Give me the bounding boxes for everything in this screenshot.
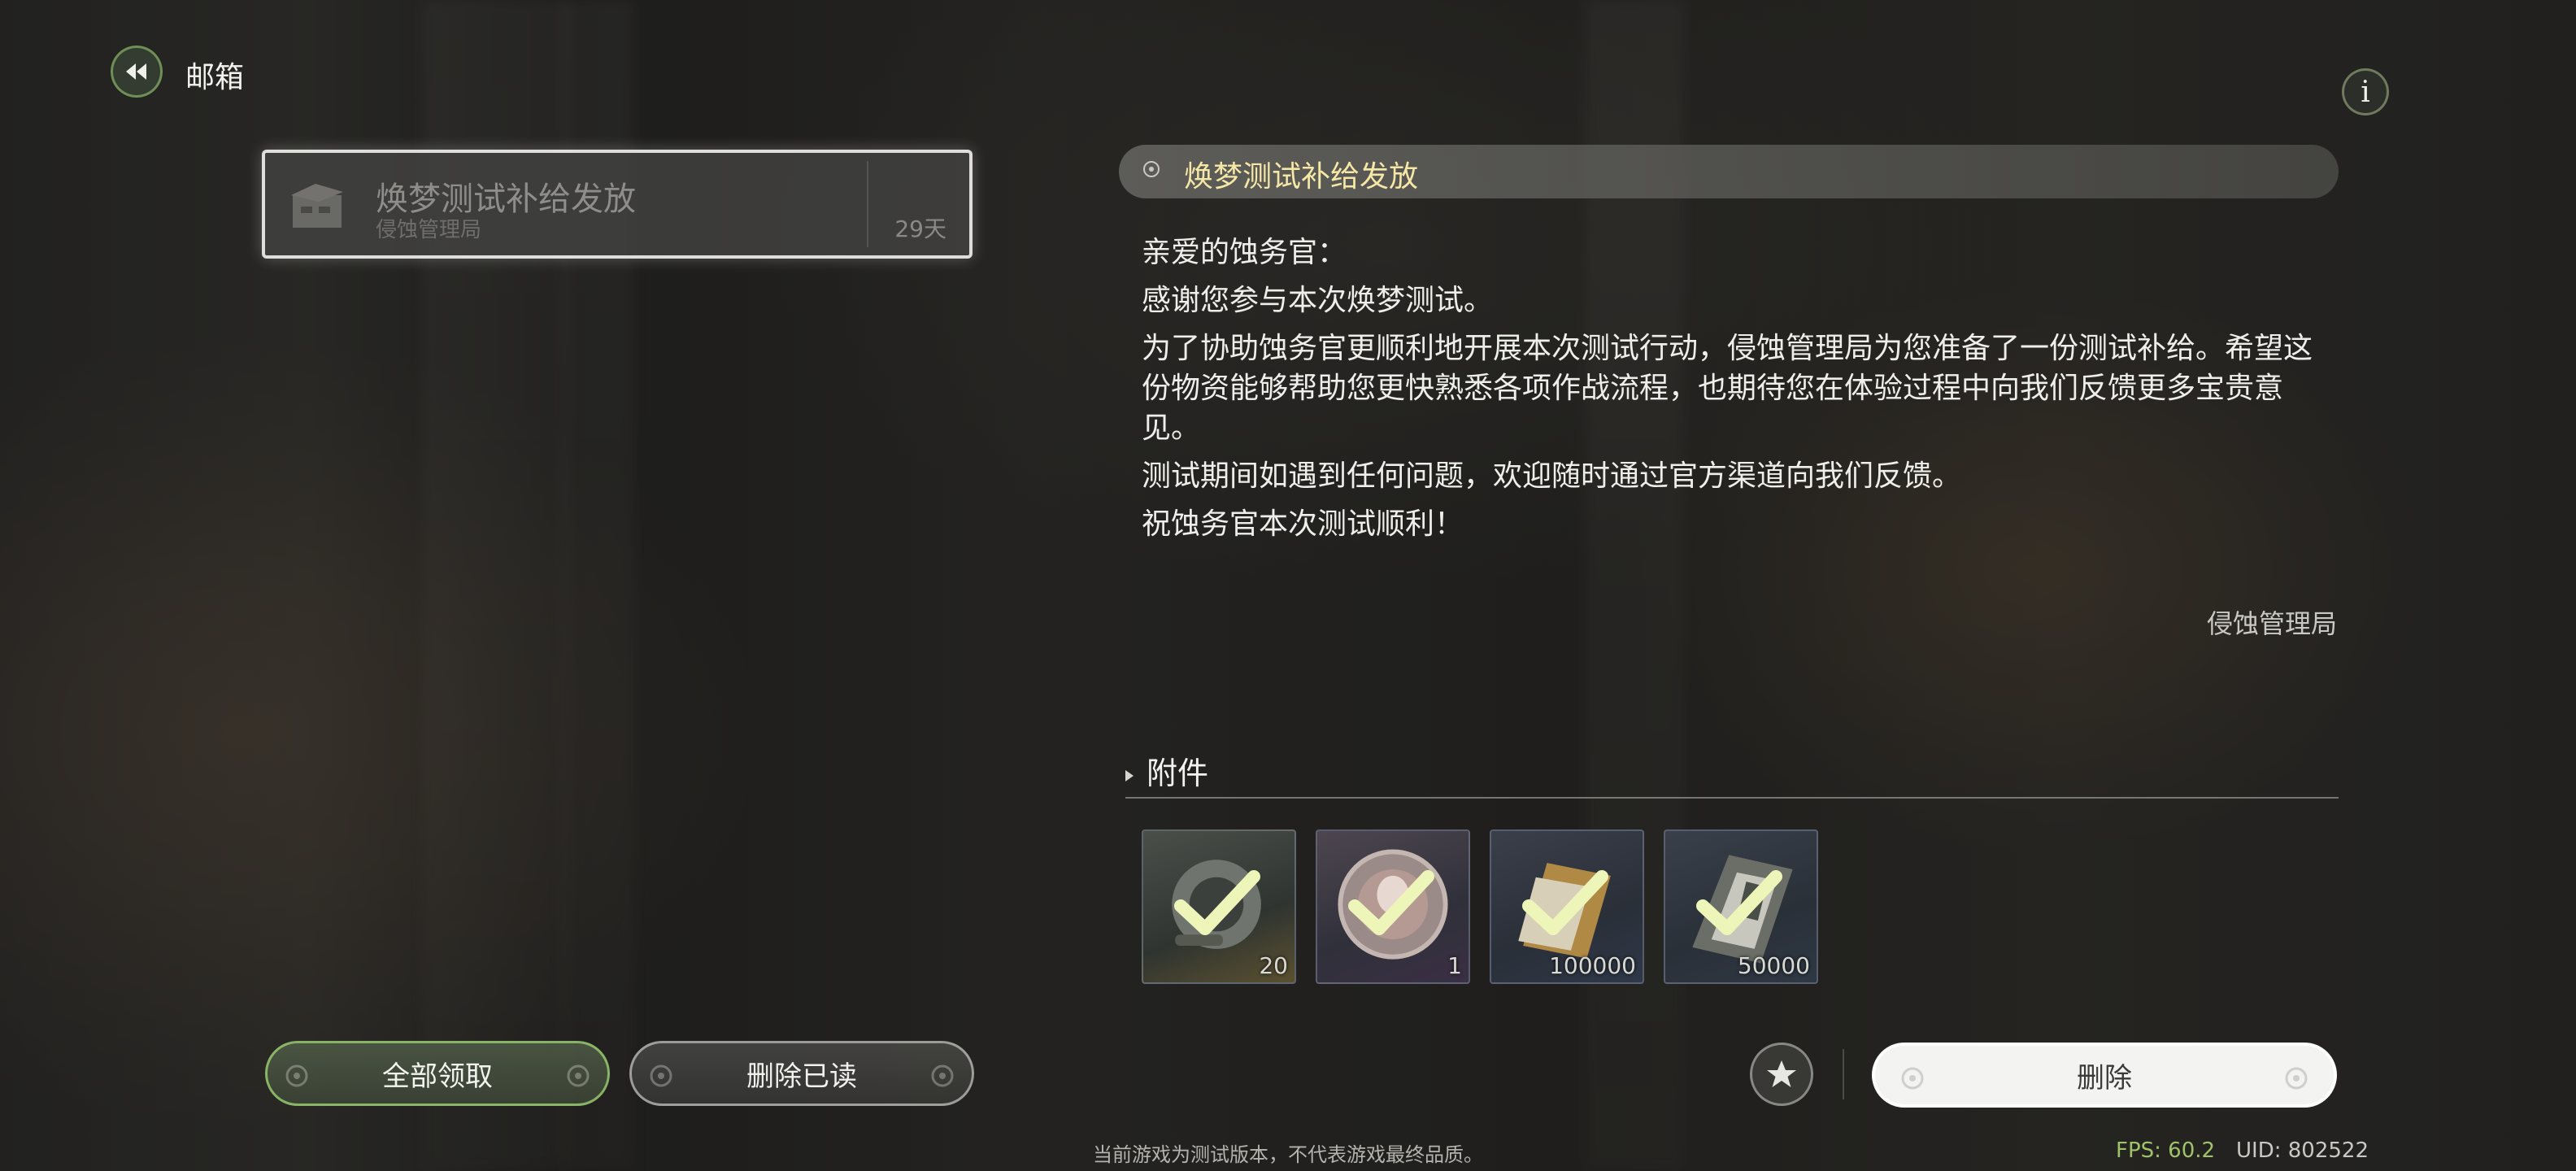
mail-detail-title: 焕梦测试补给发放: [1184, 160, 1419, 194]
attachments-label: 附件: [1147, 755, 1209, 791]
gear-icon: [931, 1064, 954, 1087]
info-button[interactable]: i: [2342, 68, 2389, 115]
delete-button[interactable]: 删除: [1872, 1043, 2337, 1108]
attachment-item[interactable]: 20: [1142, 829, 1296, 984]
triangle-icon: [1125, 769, 1134, 781]
back-button[interactable]: [111, 46, 163, 98]
page-title: 邮箱: [185, 61, 245, 94]
delete-read-label: 删除已读: [746, 1060, 857, 1093]
gear-icon: [1901, 1067, 1924, 1090]
mail-paragraph: 亲爱的蚀务官：: [1142, 236, 1347, 269]
check-icon: [1522, 870, 1608, 935]
collect-all-button[interactable]: 全部领取: [265, 1041, 610, 1106]
divider: [867, 161, 868, 247]
box-icon: [291, 184, 343, 228]
fps-counter: FPS: 60.2: [2116, 1138, 2216, 1163]
attachment-item[interactable]: 100000: [1490, 829, 1644, 984]
gear-icon: [2285, 1067, 2308, 1090]
attachment-count: 50000: [1737, 952, 1810, 979]
check-icon: [1174, 870, 1260, 935]
divider: [1843, 1049, 1844, 1099]
rewind-icon: [126, 63, 146, 80]
collect-all-label: 全部领取: [382, 1060, 493, 1093]
gear-icon: [285, 1064, 308, 1087]
mail-body: 亲爱的蚀务官： 感谢您参与本次焕梦测试。 为了协助蚀务官更顺利地开展本次测试行动…: [1142, 233, 2329, 552]
user-id: UID: 802522: [2236, 1138, 2369, 1163]
attachment-count: 100000: [1549, 952, 1636, 979]
gear-icon: [650, 1064, 672, 1087]
star-icon: [1767, 1060, 1796, 1087]
divider: [1125, 797, 2339, 799]
mail-item-sender: 侵蚀管理局: [376, 218, 482, 242]
attachment-count: 20: [1259, 952, 1288, 979]
mail-paragraph: 感谢您参与本次焕梦测试。: [1142, 284, 1494, 317]
mail-paragraph: 测试期间如遇到任何问题，欢迎随时通过官方渠道向我们反馈。: [1142, 459, 1962, 493]
mail-list-item[interactable]: 焕梦测试补给发放 侵蚀管理局 29天: [262, 150, 973, 259]
target-dot-icon: [1143, 161, 1160, 177]
mail-detail-header: 焕梦测试补给发放: [1119, 145, 2339, 198]
check-icon: [1696, 870, 1782, 935]
check-icon: [1348, 870, 1434, 935]
attachment-count: 1: [1447, 952, 1462, 979]
attachments-heading: 附件: [1125, 748, 1208, 793]
attachment-item[interactable]: 50000: [1664, 829, 1818, 984]
gear-icon: [567, 1064, 590, 1087]
favorite-button[interactable]: [1750, 1043, 1813, 1106]
mail-item-expiry: 29天: [894, 215, 946, 242]
mail-signature: 侵蚀管理局: [2206, 608, 2337, 639]
delete-read-button[interactable]: 删除已读: [629, 1041, 974, 1106]
mail-paragraph: 为了协助蚀务官更顺利地开展本次测试行动，侵蚀管理局为您准备了一份测试补给。希望这…: [1142, 332, 2313, 445]
test-version-disclaimer: 当前游戏为测试版本，不代表游戏最终品质。: [1093, 1143, 1483, 1166]
mail-paragraph: 祝蚀务官本次测试顺利！: [1142, 507, 1464, 541]
attachment-item[interactable]: 1: [1316, 829, 1470, 984]
delete-label: 删除: [2077, 1061, 2132, 1095]
